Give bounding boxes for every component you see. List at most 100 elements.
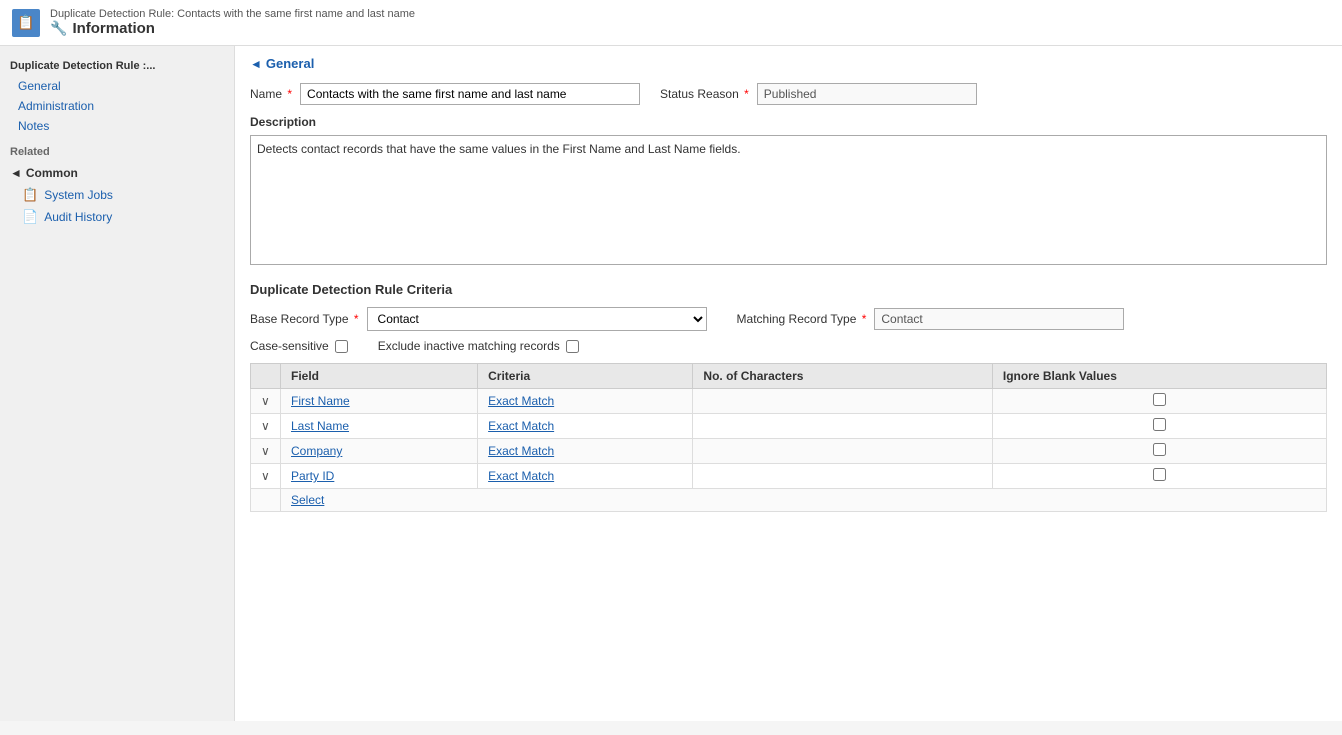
row3-ignore-blank-checkbox[interactable] [1153, 443, 1166, 456]
status-reason-label: Status Reason * [660, 87, 749, 101]
description-textarea[interactable]: Detects contact records that have the sa… [250, 135, 1327, 265]
sidebar-item-general[interactable]: General [0, 76, 234, 96]
select-link[interactable]: Select [291, 493, 324, 507]
row1-ignore-blank [992, 389, 1326, 414]
col-criteria: Criteria [478, 364, 693, 389]
table-row: ∨ First Name Exact Match [251, 389, 1327, 414]
base-record-type-group: Base Record Type * Contact [250, 307, 707, 331]
matching-record-type-label: Matching Record Type * [737, 312, 867, 326]
matching-record-type-group: Matching Record Type * Contact [737, 308, 1125, 330]
row4-chevron: ∨ [251, 464, 281, 489]
row3-field: Company [281, 439, 478, 464]
name-input[interactable] [300, 83, 640, 105]
audit-history-label: Audit History [44, 210, 112, 224]
name-label: Name * [250, 87, 292, 101]
status-reason-field-group: Status Reason * Published [660, 83, 977, 105]
row4-ignore-blank-checkbox[interactable] [1153, 468, 1166, 481]
row2-num-chars [693, 414, 992, 439]
table-row: ∨ Party ID Exact Match [251, 464, 1327, 489]
criteria-table: Field Criteria No. of Characters Ignore … [250, 363, 1327, 512]
select-row: Select [251, 489, 1327, 512]
main-content: ◄ General Name * Status Reason * Publish… [235, 46, 1342, 721]
row4-field-link[interactable]: Party ID [291, 469, 334, 483]
record-type-row: Base Record Type * Contact Matching Reco… [250, 307, 1327, 331]
row1-ignore-blank-checkbox[interactable] [1153, 393, 1166, 406]
exclude-inactive-checkbox[interactable] [566, 340, 579, 353]
audit-history-icon: 📄 [22, 209, 38, 225]
row3-chevron: ∨ [251, 439, 281, 464]
name-required: * [284, 87, 292, 101]
sidebar-item-notes[interactable]: Notes [0, 116, 234, 136]
exclude-inactive-label: Exclude inactive matching records [378, 339, 560, 353]
base-record-type-label: Base Record Type * [250, 312, 359, 326]
base-record-type-select[interactable]: Contact [367, 307, 707, 331]
row4-field: Party ID [281, 464, 478, 489]
row4-criteria: Exact Match [478, 464, 693, 489]
sidebar-section-title: Duplicate Detection Rule :... [0, 54, 234, 76]
row2-criteria: Exact Match [478, 414, 693, 439]
description-label: Description [250, 115, 1327, 129]
row1-chevron: ∨ [251, 389, 281, 414]
table-header-row: Field Criteria No. of Characters Ignore … [251, 364, 1327, 389]
sidebar-item-audit-history[interactable]: 📄 Audit History [0, 206, 234, 228]
table-row: ∨ Last Name Exact Match [251, 414, 1327, 439]
system-jobs-icon: 📋 [22, 187, 38, 203]
row1-criteria-link[interactable]: Exact Match [488, 394, 554, 408]
section-title: General [266, 56, 314, 71]
col-chevron [251, 364, 281, 389]
row3-field-link[interactable]: Company [291, 444, 342, 458]
row2-chevron: ∨ [251, 414, 281, 439]
row3-criteria: Exact Match [478, 439, 693, 464]
criteria-section-title: Duplicate Detection Rule Criteria [250, 282, 1327, 297]
layout: Duplicate Detection Rule :... General Ad… [0, 46, 1342, 721]
row2-ignore-blank-checkbox[interactable] [1153, 418, 1166, 431]
row1-field: First Name [281, 389, 478, 414]
name-status-row: Name * Status Reason * Published [250, 83, 1327, 105]
page-icon: 🔧 [50, 20, 67, 37]
general-section-header: ◄ General [250, 56, 1327, 71]
row1-num-chars [693, 389, 992, 414]
header-main-title: 🔧 Information [50, 20, 415, 37]
name-field-group: Name * [250, 83, 640, 105]
status-required: * [741, 87, 749, 101]
row2-field: Last Name [281, 414, 478, 439]
row2-ignore-blank [992, 414, 1326, 439]
sidebar: Duplicate Detection Rule :... General Ad… [0, 46, 235, 721]
row2-criteria-link[interactable]: Exact Match [488, 419, 554, 433]
col-ignore-blank: Ignore Blank Values [992, 364, 1326, 389]
select-cell: Select [281, 489, 1327, 512]
col-field: Field [281, 364, 478, 389]
section-triangle-icon: ◄ [250, 57, 262, 71]
header: 📋 Duplicate Detection Rule: Contacts wit… [0, 0, 1342, 46]
row3-num-chars [693, 439, 992, 464]
row4-num-chars [693, 464, 992, 489]
header-title-area: Duplicate Detection Rule: Contacts with … [50, 8, 415, 37]
case-sensitive-group: Case-sensitive [250, 339, 348, 353]
row3-ignore-blank [992, 439, 1326, 464]
case-sensitive-checkbox[interactable] [335, 340, 348, 353]
row1-field-link[interactable]: First Name [291, 394, 350, 408]
sidebar-item-system-jobs[interactable]: 📋 System Jobs [0, 184, 234, 206]
system-jobs-label: System Jobs [44, 188, 113, 202]
common-triangle-icon: ◄ [10, 166, 22, 180]
row4-criteria-link[interactable]: Exact Match [488, 469, 554, 483]
row1-criteria: Exact Match [478, 389, 693, 414]
sidebar-item-administration[interactable]: Administration [0, 96, 234, 116]
matching-record-type-value: Contact [874, 308, 1124, 330]
row2-field-link[interactable]: Last Name [291, 419, 349, 433]
col-num-chars: No. of Characters [693, 364, 992, 389]
header-subtitle: Duplicate Detection Rule: Contacts with … [50, 8, 415, 20]
criteria-table-body: ∨ First Name Exact Match ∨ [251, 389, 1327, 512]
case-sensitive-label: Case-sensitive [250, 339, 329, 353]
header-title-text: Information [72, 20, 155, 37]
description-section: Description Detects contact records that… [250, 115, 1327, 268]
select-chevron-cell [251, 489, 281, 512]
header-icon: 📋 [12, 9, 40, 37]
base-required: * [351, 312, 359, 326]
header-icon-symbol: 📋 [17, 14, 34, 31]
match-required: * [858, 312, 866, 326]
common-header: ◄ Common [0, 162, 234, 184]
related-label: Related [0, 136, 234, 162]
row4-ignore-blank [992, 464, 1326, 489]
row3-criteria-link[interactable]: Exact Match [488, 444, 554, 458]
